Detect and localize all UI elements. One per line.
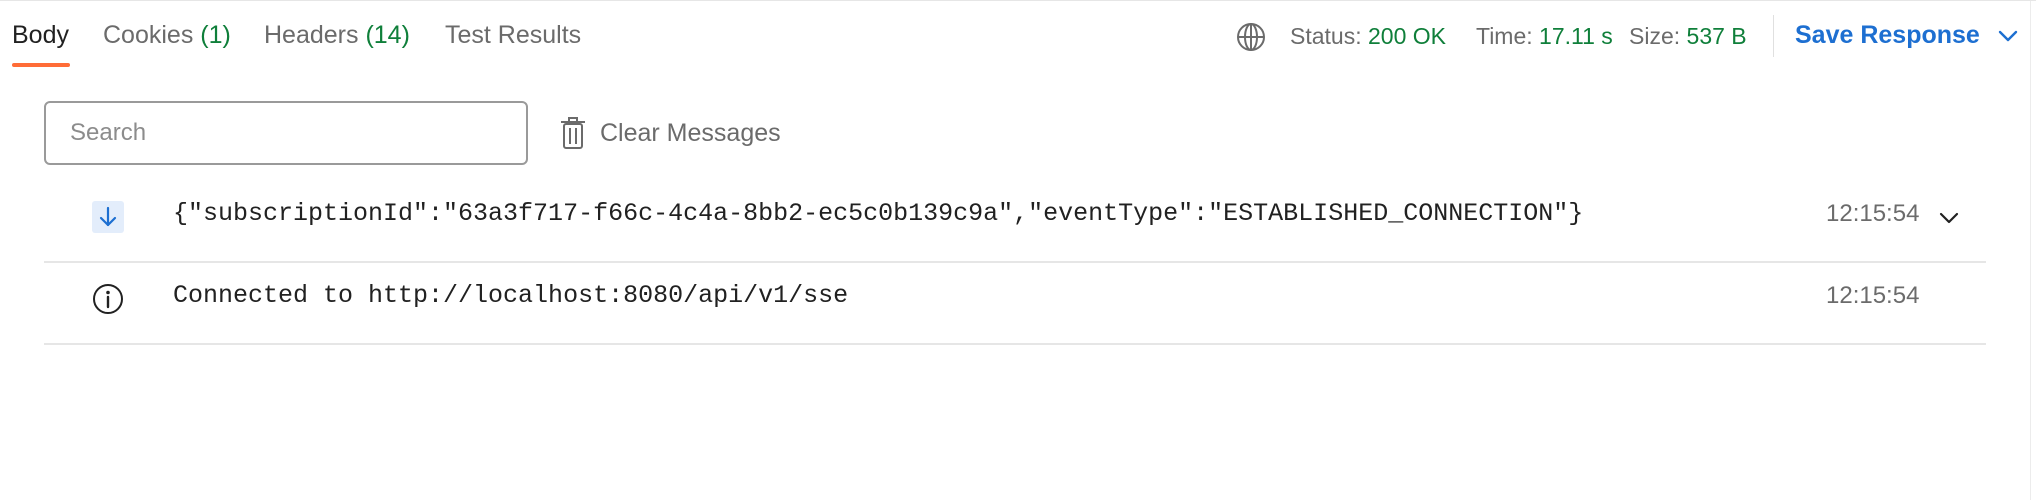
panel-edge [2030, 1, 2031, 500]
trash-icon [561, 117, 585, 149]
response-tab-bar: Body Cookies (1) Headers (14) Test Resul… [0, 1, 2036, 71]
status-label: Status: [1290, 23, 1362, 49]
tab-label: Test Results [445, 21, 582, 49]
tab-label: Headers [264, 21, 359, 49]
save-response-button[interactable]: Save Response [1795, 21, 2018, 50]
tab-cookies[interactable]: Cookies (1) [103, 21, 231, 50]
tab-count: (1) [200, 21, 231, 49]
tab-label: Cookies [103, 21, 194, 49]
message-time: 12:15:54 [1826, 282, 1920, 309]
size-label: Size: [1629, 23, 1681, 49]
time-label: Time: [1476, 23, 1533, 49]
message-text: Connected to http://localhost:8080/api/v… [173, 281, 849, 310]
tab-label: Body [12, 21, 69, 49]
response-panel: Body Cookies (1) Headers (14) Test Resul… [0, 0, 2036, 500]
tab-test-results[interactable]: Test Results [445, 21, 581, 50]
status-indicator[interactable]: Status: 200 OK [1290, 23, 1446, 50]
message-row[interactable]: {"subscriptionId":"63a3f717-f66c-4c4a-8b… [44, 181, 1986, 263]
status-value: 200 OK [1368, 23, 1446, 49]
chevron-down-icon[interactable] [1938, 207, 1960, 229]
active-tab-indicator [12, 63, 70, 67]
message-text: {"subscriptionId":"63a3f717-f66c-4c4a-8b… [173, 199, 1584, 228]
clear-messages-button[interactable]: Clear Messages [560, 113, 781, 153]
save-response-label: Save Response [1795, 21, 1980, 49]
search-input[interactable] [44, 101, 528, 165]
chevron-down-icon [1998, 30, 2018, 41]
message-time: 12:15:54 [1826, 200, 1920, 227]
tab-count: (14) [365, 21, 410, 49]
arrow-down-icon [92, 201, 124, 233]
size-indicator[interactable]: Size: 537 B [1629, 23, 1747, 50]
clear-messages-label: Clear Messages [600, 118, 781, 147]
tab-headers[interactable]: Headers (14) [264, 21, 410, 50]
globe-icon[interactable] [1235, 21, 1267, 53]
info-icon [93, 284, 123, 314]
message-row[interactable]: Connected to http://localhost:8080/api/v… [44, 263, 1986, 345]
size-value: 537 B [1686, 23, 1747, 49]
toolbar-divider [1773, 15, 1774, 57]
time-value: 17.11 s [1539, 23, 1613, 49]
tab-body[interactable]: Body [12, 21, 69, 50]
time-indicator[interactable]: Time: 17.11 s [1476, 23, 1613, 50]
